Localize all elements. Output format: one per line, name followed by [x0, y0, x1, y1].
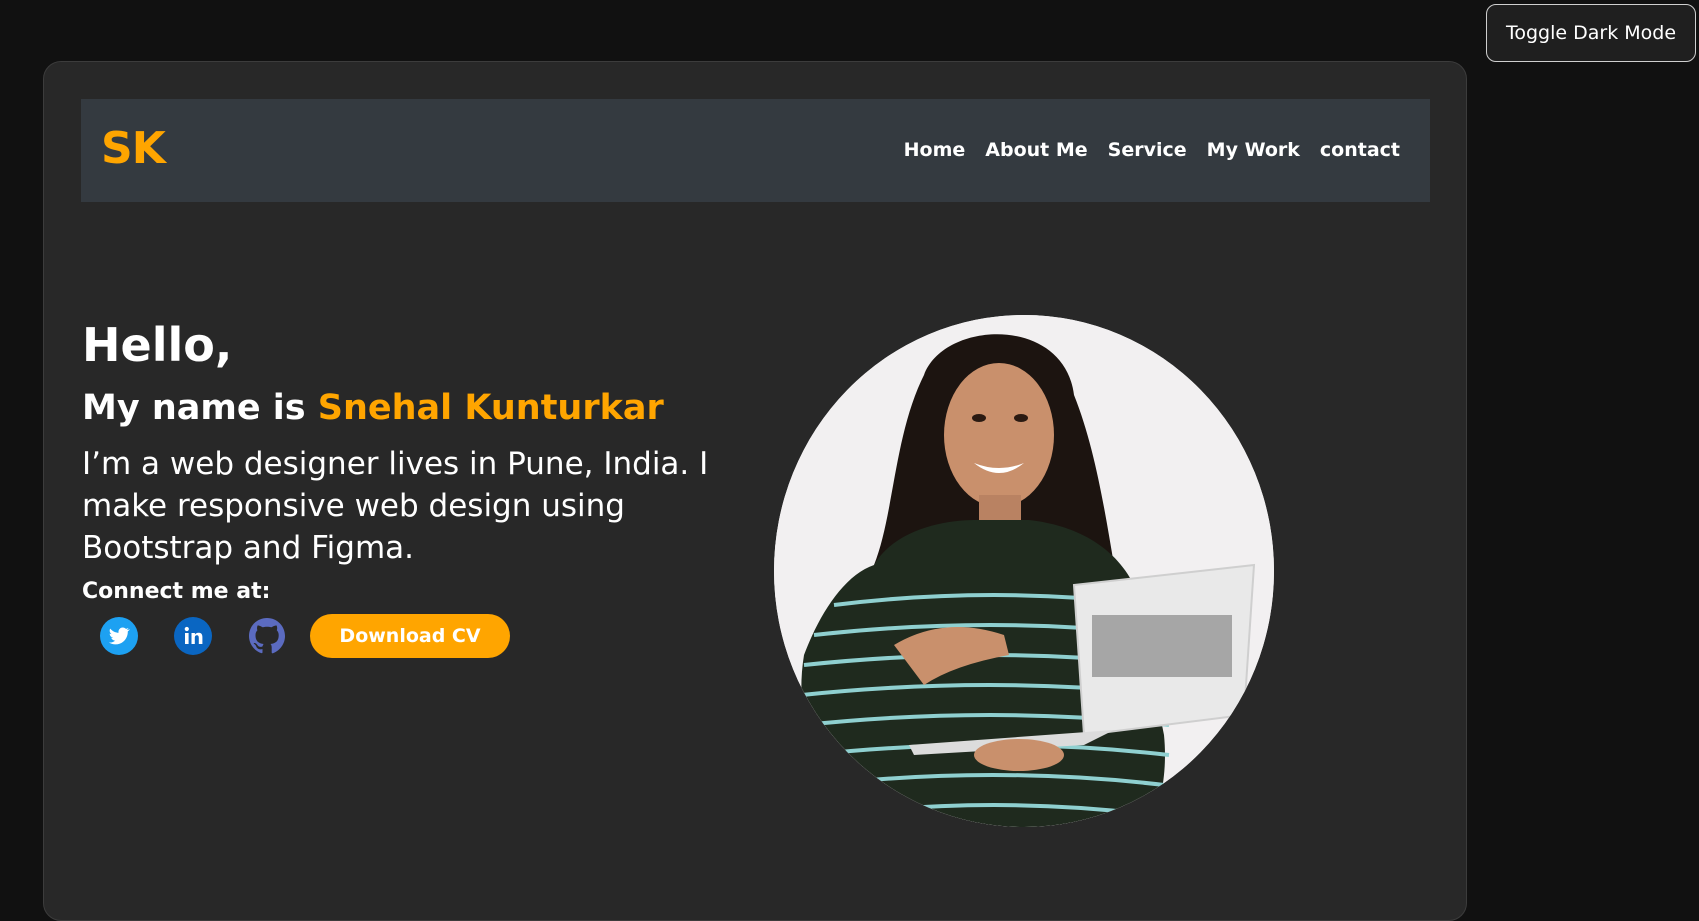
social-links: Download CV: [82, 614, 782, 658]
twitter-icon[interactable]: [98, 615, 140, 657]
profile-illustration: [774, 315, 1274, 827]
nav-link-my-work[interactable]: My Work: [1207, 139, 1300, 161]
connect-label: Connect me at:: [82, 579, 271, 604]
hero-text: Hello, My name is Snehal Kunturkar I’m a…: [82, 317, 782, 658]
download-cv-button[interactable]: Download CV: [310, 614, 510, 658]
logo[interactable]: SK: [101, 123, 166, 174]
nav-link-service[interactable]: Service: [1108, 139, 1187, 161]
profile-photo: [774, 315, 1274, 827]
hero-description: I’m a web designer lives in Pune, India.…: [82, 446, 709, 566]
navbar: SK Home About Me Service My Work contact: [81, 99, 1430, 202]
nav-links: Home About Me Service My Work contact: [904, 139, 1400, 161]
portfolio-card: SK Home About Me Service My Work contact…: [43, 61, 1467, 921]
name-prefix: My name is: [82, 388, 318, 428]
hero-name: Snehal Kunturkar: [317, 388, 664, 428]
nav-link-home[interactable]: Home: [904, 139, 966, 161]
nav-link-about-me[interactable]: About Me: [985, 139, 1087, 161]
nav-link-contact[interactable]: contact: [1320, 139, 1400, 161]
hero-name-line: My name is Snehal Kunturkar: [82, 385, 782, 431]
github-icon[interactable]: [246, 615, 288, 657]
linkedin-icon[interactable]: [172, 615, 214, 657]
toggle-dark-mode-button[interactable]: Toggle Dark Mode: [1486, 4, 1696, 62]
hero-greeting: Hello,: [82, 318, 233, 372]
